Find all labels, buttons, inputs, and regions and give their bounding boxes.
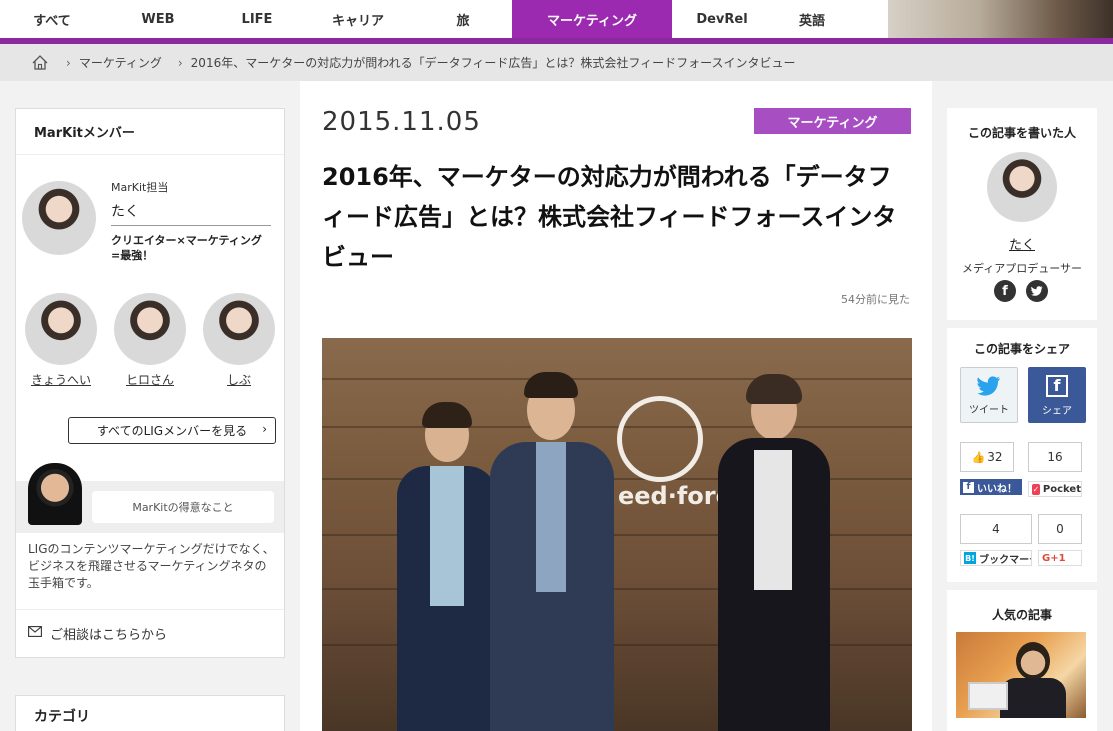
tab-devrel[interactable]: DevRel [672, 0, 772, 38]
category-badge[interactable]: マーケティング [754, 108, 911, 134]
hatena-bookmark-button[interactable]: B! ブックマーク [960, 550, 1032, 566]
home-icon[interactable] [30, 53, 50, 73]
company-logo [617, 396, 703, 482]
pocket-button[interactable]: ✓ Pocket [1028, 481, 1082, 497]
lead-role: MarKit担当 [111, 181, 169, 194]
tab-english[interactable]: 英語 [772, 0, 852, 38]
article: 2015.11.05 マーケティング 2016年、マーケターの対応力が問われる「… [300, 81, 932, 731]
chevron-right-icon: › [262, 422, 267, 436]
hatena-icon: B! [964, 552, 977, 564]
gplus-button[interactable]: G+1 [1038, 550, 1082, 566]
category-card: カテゴリ [15, 695, 285, 731]
author-card: この記事を書いた人 たく メディアプロデューサー f [947, 108, 1097, 320]
tab-career[interactable]: キャリア [302, 0, 414, 38]
hatena-count: 4 [960, 514, 1032, 544]
markit-member-card: MarKitメンバー MarKit担当 たく クリエイター×マーケティング=最強… [15, 108, 285, 658]
facebook-icon[interactable]: f [994, 280, 1016, 302]
article-date: 2015.11.05 [322, 107, 481, 137]
consult-label: ご相談はこちらから [50, 628, 168, 643]
viewed-time: 54分前に見た [841, 293, 910, 306]
consult-link[interactable]: ご相談はこちらから [16, 609, 284, 657]
avatar[interactable] [25, 293, 97, 365]
mail-icon [28, 626, 42, 641]
popular-card-title: 人気の記事 [991, 608, 1052, 622]
twitter-icon [977, 376, 1001, 399]
tab-all[interactable]: すべて [0, 0, 104, 38]
chevron-right-icon: › [177, 55, 183, 70]
author-card-title: この記事を書いた人 [967, 126, 1076, 140]
tweet-button[interactable]: ツイート [960, 367, 1018, 423]
tab-travel[interactable]: 旅 [414, 0, 512, 38]
avatar[interactable] [203, 293, 275, 365]
pocket-count: 16 [1028, 442, 1082, 472]
thumbs-up-icon: 👍 [971, 450, 986, 464]
good-at-description: LIGのコンテンツマーケティングだけでなく、ビジネスを飛躍させるマーケティングネ… [28, 542, 275, 590]
avatar[interactable] [22, 181, 96, 255]
popular-article-thumbnail[interactable] [956, 632, 1086, 718]
author-avatar[interactable] [987, 152, 1057, 222]
author-name-link[interactable]: たく [947, 234, 1097, 253]
breadcrumb-marketing[interactable]: マーケティング [79, 54, 162, 71]
pocket-icon: ✓ [1032, 483, 1040, 495]
mascot-avatar [28, 463, 82, 525]
member-card-title: MarKitメンバー [16, 109, 284, 155]
chevron-right-icon: › [66, 55, 71, 70]
tab-marketing[interactable]: マーケティング [512, 0, 672, 38]
author-role: メディアプロデューサー [961, 262, 1082, 275]
lead-description: クリエイター×マーケティング=最強！ [111, 234, 262, 262]
gplus-count: 0 [1038, 514, 1082, 544]
member-link[interactable]: ヒロさん [110, 371, 190, 388]
lead-name: たく [111, 204, 139, 220]
good-at-bubble: MarKitの得意なこと [92, 491, 274, 523]
breadcrumb-current: 2016年、マーケターの対応力が問われる「データフィード広告」とは？株式会社フィ… [190, 56, 796, 70]
tab-web[interactable]: WEB [104, 0, 212, 38]
all-members-button[interactable]: すべてのLIGメンバーを見る › [68, 417, 276, 444]
like-count: 👍 32 [960, 442, 1014, 472]
category-title: カテゴリ [34, 709, 90, 725]
facebook-icon: f [963, 481, 974, 493]
twitter-icon[interactable] [1026, 280, 1048, 302]
breadcrumb: › マーケティング › 2016年、マーケターの対応力が問われる「データフィード… [0, 44, 1113, 81]
facebook-share-button[interactable]: f シェア [1028, 367, 1086, 423]
share-card-title: この記事をシェア [973, 342, 1070, 356]
like-button[interactable]: f いいね！ [960, 479, 1022, 495]
member-link[interactable]: きょうへい [21, 371, 101, 388]
tab-life[interactable]: LIFE [212, 0, 302, 38]
share-card: この記事をシェア ツイート f シェア 👍 32 f いいね！ 16 ✓ Poc… [947, 328, 1097, 582]
hero-image: eed·force [322, 338, 912, 731]
all-members-label: すべてのLIGメンバーを見る [96, 424, 248, 438]
facebook-icon: f [1046, 375, 1068, 397]
avatar[interactable] [114, 293, 186, 365]
article-title: 2016年、マーケターの対応力が問われる「データフィード広告」とは？株式会社フィ… [322, 163, 897, 271]
member-link[interactable]: しぶ [199, 371, 279, 388]
